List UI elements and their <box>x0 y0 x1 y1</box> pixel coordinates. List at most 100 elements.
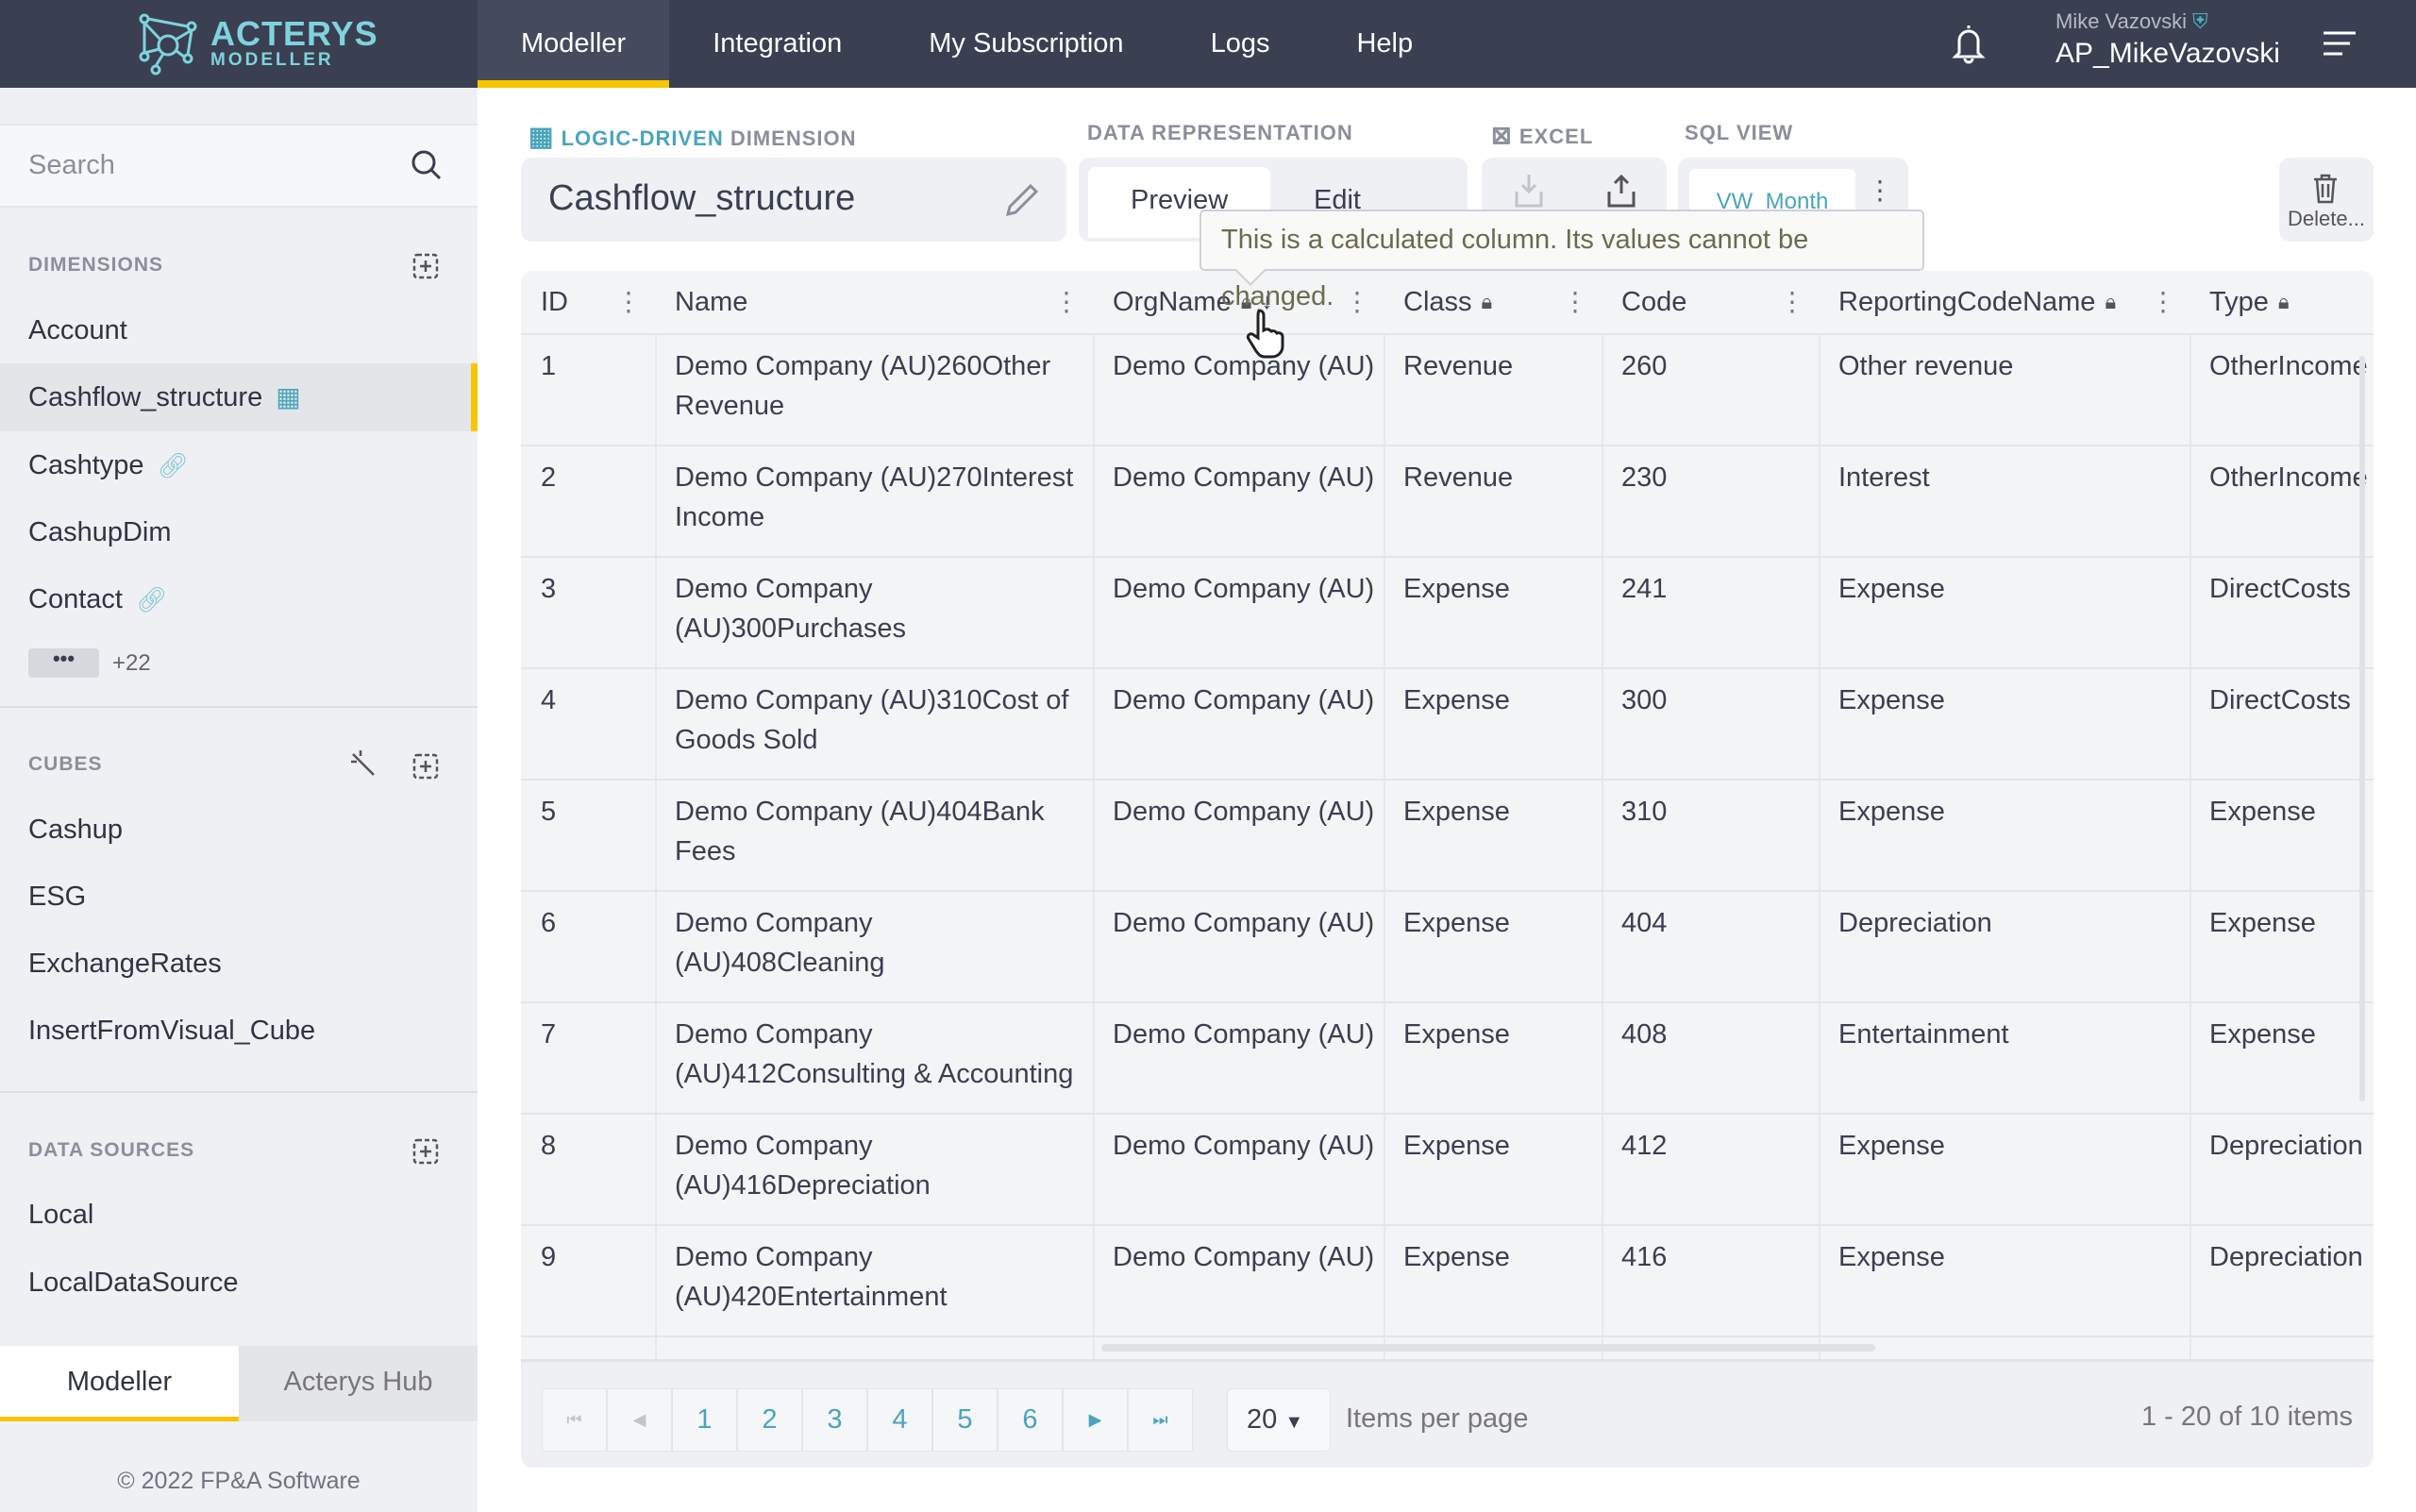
table-cell[interactable]: 404 <box>1602 903 1819 943</box>
table-cell[interactable]: 230 <box>1602 458 1819 497</box>
page-4-button[interactable]: 4 <box>867 1388 932 1452</box>
column-menu-icon[interactable]: ⋮ <box>1344 271 1370 333</box>
table-cell[interactable]: DirectCosts <box>2190 569 2374 609</box>
table-cell[interactable]: Entertainment <box>1819 1015 2190 1054</box>
nav-logs[interactable]: Logs <box>1167 0 1314 88</box>
table-cell[interactable]: Demo Company (AU) <box>1093 1237 1384 1277</box>
page-3-button[interactable]: 3 <box>802 1388 867 1452</box>
bell-icon[interactable] <box>1952 23 1986 64</box>
table-cell[interactable]: Demo Company (AU) <box>1093 458 1384 497</box>
acterys-logo[interactable]: ACTERYS MODELLER <box>137 13 378 76</box>
dimension-account[interactable]: Account <box>0 296 478 364</box>
table-cell[interactable]: 310 <box>1602 792 1819 832</box>
table-cell[interactable]: 6 <box>521 903 655 943</box>
add-dimension-icon[interactable] <box>411 248 444 280</box>
first-page-button[interactable]: ⏮ <box>542 1388 607 1452</box>
table-cell[interactable]: Expense <box>1819 1126 2190 1166</box>
table-cell[interactable]: DirectCosts <box>2190 680 2374 720</box>
pencil-icon[interactable] <box>1004 182 1040 218</box>
table-cell[interactable]: Other revenue <box>1819 346 2190 386</box>
table-cell[interactable]: Demo Company (AU)404Bank Fees <box>655 792 1093 871</box>
table-cell[interactable]: Expense <box>1384 569 1602 609</box>
page-2-button[interactable]: 2 <box>737 1388 802 1452</box>
table-cell[interactable]: OtherIncome <box>2190 458 2374 497</box>
dimension-cashflow-structure[interactable]: Cashflow_structure ▦ <box>0 363 478 431</box>
table-cell[interactable]: Demo Company (AU)420Entertainment <box>655 1237 1093 1317</box>
nav-integration[interactable]: Integration <box>669 0 885 88</box>
table-cell[interactable]: Demo Company (AU)310Cost of Goods Sold <box>655 680 1093 760</box>
table-cell[interactable]: 300 <box>1602 680 1819 720</box>
column-header-class[interactable]: Class 🔒︎ ⋮ <box>1384 271 1602 333</box>
cube-exchangerates[interactable]: ExchangeRates <box>0 930 478 998</box>
table-cell[interactable]: Demo Company (AU) <box>1093 903 1384 943</box>
table-cell[interactable]: Demo Company (AU)416Depreciation <box>655 1126 1093 1205</box>
table-cell[interactable]: Expense <box>1384 1126 1602 1166</box>
search-icon[interactable] <box>410 148 444 182</box>
dimension-cashtype[interactable]: Cashtype 🔗︎ <box>0 431 478 499</box>
table-cell[interactable]: Demo Company (AU) <box>1093 346 1384 386</box>
dimension-cashupdim[interactable]: CashupDim <box>0 498 478 566</box>
horizontal-scrollbar[interactable] <box>1101 1344 1875 1352</box>
table-cell[interactable]: 1 <box>521 346 655 386</box>
excel-download-icon[interactable] <box>1514 173 1544 209</box>
table-cell[interactable]: Depreciation <box>2190 1126 2374 1166</box>
search-input[interactable]: Search <box>0 124 478 208</box>
table-cell[interactable]: 260 <box>1602 346 1819 386</box>
last-page-button[interactable]: ⏭ <box>1128 1388 1193 1452</box>
add-cube-icon[interactable] <box>411 748 444 781</box>
table-cell[interactable]: 408 <box>1602 1015 1819 1054</box>
page-5-button[interactable]: 5 <box>932 1388 998 1452</box>
table-cell[interactable]: Expense <box>2190 903 2374 943</box>
more-button[interactable]: ••• <box>28 648 99 678</box>
dimension-contact[interactable]: Contact 🔗︎ <box>0 565 478 633</box>
cube-esg[interactable]: ESG <box>0 863 478 931</box>
column-menu-icon[interactable]: ⋮ <box>2150 271 2176 333</box>
table-cell[interactable]: Expense <box>1819 680 2190 720</box>
column-header-id[interactable]: ID ⋮ <box>521 271 655 333</box>
table-cell[interactable]: Expense <box>1819 1237 2190 1277</box>
column-menu-icon[interactable]: ⋮ <box>1053 271 1080 333</box>
column-menu-icon[interactable]: ⋮ <box>615 271 642 333</box>
table-cell[interactable]: 3 <box>521 569 655 609</box>
more-dimensions[interactable]: ••• +22 <box>28 648 151 678</box>
column-menu-icon[interactable]: ⋮ <box>1562 271 1588 333</box>
cube-insertfromvisual[interactable]: InsertFromVisual_Cube <box>0 997 478 1065</box>
add-datasource-icon[interactable] <box>411 1134 444 1166</box>
table-cell[interactable]: 9 <box>521 1237 655 1277</box>
dimension-name-field[interactable]: Cashflow_structure <box>521 158 1066 242</box>
table-cell[interactable]: Expense <box>1819 792 2190 832</box>
table-cell[interactable]: Expense <box>1384 1237 1602 1277</box>
table-cell[interactable]: Demo Company (AU)412Consulting & Account… <box>655 1015 1093 1094</box>
items-per-page-select[interactable]: 20 ▼ <box>1227 1388 1331 1452</box>
table-cell[interactable]: Demo Company (AU)408Cleaning <box>655 903 1093 983</box>
user-info[interactable]: Mike Vazovski ⛨ AP_MikeVazovski <box>2055 9 2280 70</box>
nav-help[interactable]: Help <box>1313 0 1456 88</box>
table-cell[interactable]: Expense <box>1384 680 1602 720</box>
column-header-name[interactable]: Name ⋮ <box>655 271 1093 333</box>
page-1-button[interactable]: 1 <box>672 1388 737 1452</box>
sql-view-more-icon[interactable]: ⋮ <box>1867 175 1893 206</box>
table-cell[interactable]: 241 <box>1602 569 1819 609</box>
column-header-code[interactable]: Code ⋮ <box>1602 271 1819 333</box>
table-cell[interactable]: OtherIncome <box>2190 346 2374 386</box>
table-cell[interactable]: 8 <box>521 1126 655 1166</box>
datasource-local[interactable]: Local <box>0 1181 478 1249</box>
table-cell[interactable]: 5 <box>521 792 655 832</box>
excel-upload-icon[interactable] <box>1606 173 1636 209</box>
hamburger-menu-icon[interactable] <box>2322 30 2357 57</box>
table-cell[interactable]: Expense <box>1819 569 2190 609</box>
delete-button[interactable]: Delete... <box>2279 158 2374 242</box>
column-header-reportingcodename[interactable]: ReportingCodeName 🔒︎ ⋮ <box>1819 271 2190 333</box>
table-cell[interactable]: Expense <box>1384 1015 1602 1054</box>
cube-cashup[interactable]: Cashup <box>0 796 478 864</box>
table-cell[interactable]: Revenue <box>1384 458 1602 497</box>
table-cell[interactable]: Revenue <box>1384 346 1602 386</box>
tab-acterys-hub[interactable]: Acterys Hub <box>239 1346 478 1421</box>
table-cell[interactable]: Demo Company (AU) <box>1093 1126 1384 1166</box>
datasource-localdatasource[interactable]: LocalDataSource <box>0 1249 478 1317</box>
table-cell[interactable]: 2 <box>521 458 655 497</box>
tab-modeller[interactable]: Modeller <box>0 1346 239 1421</box>
table-cell[interactable]: Demo Company (AU)270Interest Income <box>655 458 1093 537</box>
table-cell[interactable]: 412 <box>1602 1126 1819 1166</box>
vertical-scrollbar[interactable] <box>2359 356 2365 1101</box>
